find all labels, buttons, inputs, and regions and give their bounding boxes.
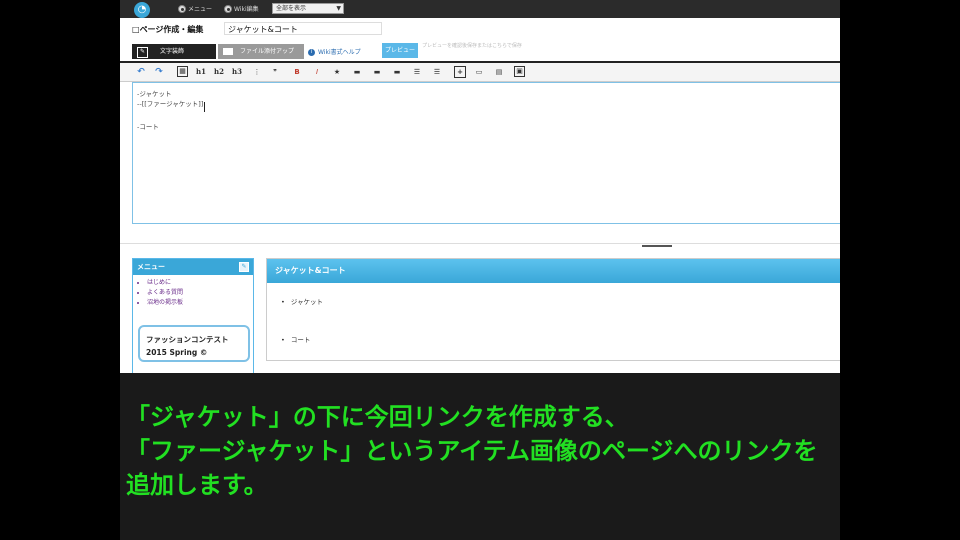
- page-edit-title: □ページ作成・編集: [132, 25, 204, 34]
- top-bar: ◔ メニュー Wiki編集 全部を表示 ▼: [120, 0, 840, 18]
- line-icon[interactable]: ▭: [474, 66, 484, 78]
- star-icon[interactable]: ★: [332, 66, 342, 78]
- menu-list: はじめに よくある質問 沼地の掲示板: [133, 278, 253, 308]
- info-icon: i: [308, 49, 315, 56]
- view-select-value: 全部を表示: [276, 5, 307, 12]
- content-list-item: ジャケット: [281, 296, 323, 306]
- menu-title: メニュー: [137, 263, 165, 271]
- quote-icon[interactable]: ❞: [270, 66, 280, 78]
- preview-button[interactable]: プレビュー: [382, 43, 418, 58]
- align-center-icon[interactable]: ▬: [372, 66, 382, 78]
- menu-sidebar: メニュー ✎ はじめに よくある質問 沼地の掲示板 ファッションコンテスト 20…: [132, 258, 254, 373]
- view-select[interactable]: 全部を表示 ▼: [272, 3, 344, 14]
- list-icon[interactable]: ⋮: [252, 66, 262, 78]
- tab-image-upload-label: ファイル添付アップ: [240, 48, 295, 55]
- subtitle-line: 追加します。: [126, 471, 268, 499]
- editor-line: -ジャケット: [137, 90, 172, 98]
- square-icon: □: [132, 25, 140, 34]
- editor-line: -コート: [137, 123, 159, 131]
- image-insert-icon[interactable]: ▣: [514, 66, 525, 77]
- tab-image-upload[interactable]: ファイル添付アップ: [218, 44, 304, 59]
- wiki-editor-textarea[interactable]: -ジャケット --[[ファージャケット]] -コート: [132, 82, 840, 224]
- insert-plus-icon[interactable]: +: [454, 66, 466, 78]
- video-subtitle: 「ジャケット」の下に今回リンクを作成する、 「ファージャケット」というアイテム画…: [120, 400, 840, 502]
- radio-wiki-edit[interactable]: [224, 5, 232, 13]
- bold-button[interactable]: B: [292, 66, 302, 78]
- radio-menu-label: メニュー: [188, 6, 213, 13]
- table-icon[interactable]: ▦: [177, 66, 188, 77]
- chevron-down-icon: ▼: [336, 5, 341, 12]
- tab-text-edit[interactable]: ✎ 文字装飾: [132, 44, 216, 59]
- subtitle-line: 「ジャケット」の下に今回リンクを作成する、: [126, 403, 629, 431]
- content-title: ジャケット&コート: [267, 259, 840, 283]
- radio-menu[interactable]: [178, 5, 186, 13]
- align-right-icon[interactable]: ▬: [392, 66, 402, 78]
- menu-link[interactable]: 沼地の掲示板: [147, 298, 253, 308]
- resize-divider[interactable]: [120, 243, 840, 249]
- block-icon[interactable]: ▤: [494, 66, 504, 78]
- italic-button[interactable]: I: [312, 66, 322, 78]
- radio-wiki-label: Wiki編集: [234, 6, 259, 13]
- heading2-button[interactable]: h2: [214, 66, 224, 78]
- preview-hint: プレビューを確認後保存またはこちらで保存: [422, 43, 522, 49]
- heading1-button[interactable]: h1: [196, 66, 206, 78]
- content-list-item: コート: [281, 334, 311, 344]
- text-cursor: [204, 102, 205, 112]
- subtitle-line: 「ファージャケット」というアイテム画像のページへのリンクを: [126, 437, 818, 465]
- editor-toolbar: ↶ ↷ ▦ h1 h2 h3 ⋮ ❞ B I ★ ▬ ▬ ▬ ☰ ☰ + ▭ ▤…: [120, 63, 840, 82]
- help-link[interactable]: i Wiki書式ヘルプ: [308, 47, 361, 56]
- menu-link[interactable]: よくある質問: [147, 288, 253, 298]
- undo-icon[interactable]: ↶: [136, 66, 146, 78]
- content-preview: ジャケット&コート ジャケット コート: [266, 258, 840, 361]
- outdent-icon[interactable]: ☰: [432, 66, 442, 78]
- image-icon: [223, 48, 233, 55]
- edit-icon[interactable]: ✎: [239, 262, 249, 272]
- align-left-icon[interactable]: ▬: [352, 66, 362, 78]
- tab-bar: ✎ 文字装飾 ファイル添付アップ i Wiki書式ヘルプ プレビュー プレビューを…: [120, 41, 840, 63]
- menu-header: メニュー ✎: [133, 259, 253, 275]
- title-bar: □ページ作成・編集 ジャケット&コート: [120, 19, 840, 40]
- indent-icon[interactable]: ☰: [412, 66, 422, 78]
- browser-screen: ◔ メニュー Wiki編集 全部を表示 ▼ □ページ作成・編集 ジャケット&コー…: [120, 0, 840, 373]
- resize-grip-icon[interactable]: [642, 245, 672, 247]
- page-name-field[interactable]: ジャケット&コート: [224, 22, 382, 35]
- pencil-icon: ✎: [137, 47, 148, 58]
- heading3-button[interactable]: h3: [232, 66, 242, 78]
- tab-text-edit-label: 文字装飾: [160, 48, 185, 55]
- editor-line: --[[ファージャケット]]: [137, 100, 204, 108]
- menu-link[interactable]: はじめに: [147, 278, 253, 288]
- redo-icon[interactable]: ↷: [154, 66, 164, 78]
- wiki-logo-icon[interactable]: ◔: [134, 2, 150, 18]
- contest-banner[interactable]: ファッションコンテスト 2015 Spring ©: [138, 325, 250, 362]
